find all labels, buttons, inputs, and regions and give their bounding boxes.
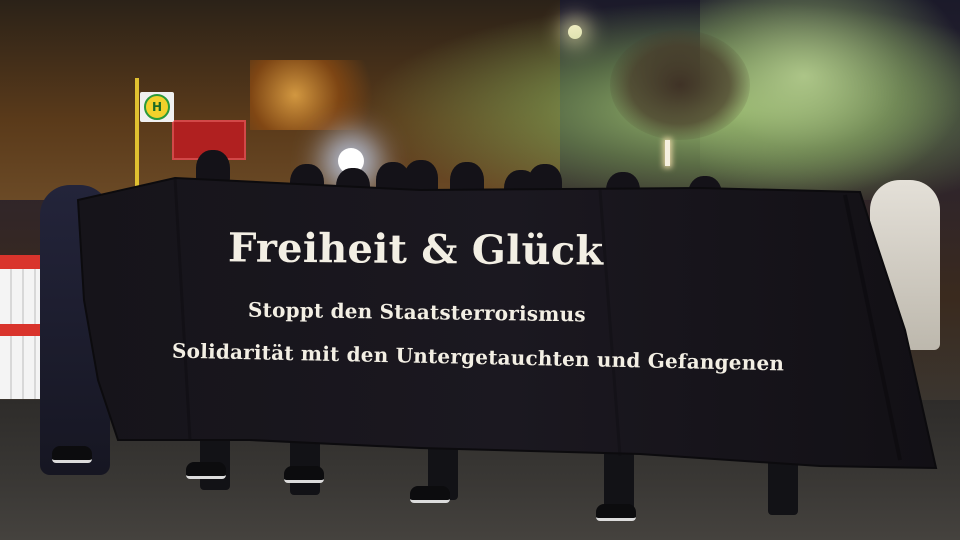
protest-banner: Freiheit & Glück Stoppt den Staatsterror…: [0, 0, 960, 540]
banner-title: Freiheit & Glück: [227, 224, 604, 275]
banner-line-1: Stoppt den Staatsterrorismus: [247, 297, 586, 327]
protest-scene: H Freiheit & Glück Stoppt den Staatsterr…: [0, 0, 960, 540]
